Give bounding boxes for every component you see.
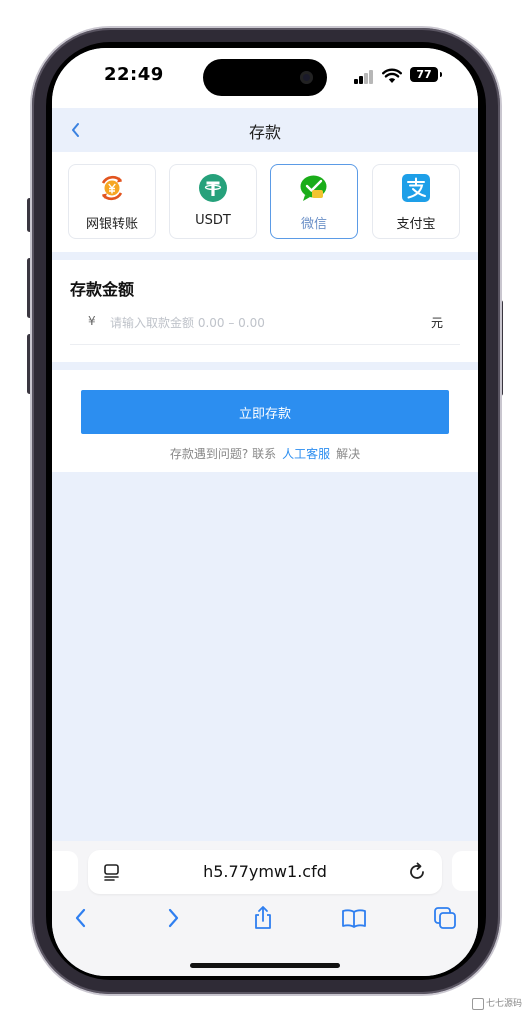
nav-bar: 存款: [52, 108, 478, 152]
battery-indicator: 77: [410, 67, 438, 82]
safari-toolbar: h5.77ymw1.cfd: [52, 841, 478, 976]
action-section: 立即存款 存款遇到问题? 联系 人工客服 解决: [52, 370, 478, 472]
page-title: 存款: [248, 123, 281, 142]
help-suffix: 解决: [336, 447, 361, 461]
share-icon[interactable]: [250, 905, 276, 931]
amount-section: 存款金额 ¥ 元: [52, 260, 478, 362]
watermark: 七七源码: [472, 996, 522, 1010]
amount-title: 存款金额: [70, 280, 135, 299]
customer-service-link[interactable]: 人工客服: [282, 447, 330, 461]
wechat-pay-icon: [300, 175, 327, 201]
watermark-text: 七七源码: [486, 999, 523, 1009]
tab-label: 网银转账: [85, 217, 138, 232]
watermark-logo-icon: [472, 997, 484, 1010]
tab-label: 微信: [300, 217, 327, 232]
currency-unit: 元: [431, 316, 444, 330]
tab-label: USDT: [195, 213, 231, 228]
currency-symbol: ¥: [88, 314, 96, 328]
browser-forward-icon[interactable]: [160, 905, 186, 931]
deposit-now-button[interactable]: 立即存款: [81, 390, 449, 434]
cellular-signal-icon: [354, 70, 376, 84]
tether-icon: [199, 174, 227, 202]
address-bar[interactable]: h5.77ymw1.cfd: [88, 850, 442, 894]
help-prefix: 存款遇到问题? 联系: [169, 447, 277, 461]
bookmarks-icon[interactable]: [341, 905, 367, 931]
status-time: 22:49: [104, 64, 164, 85]
front-camera-icon: [300, 71, 313, 84]
wifi-icon: [382, 68, 402, 83]
home-indicator: [190, 963, 340, 968]
help-text: 存款遇到问题? 联系 人工客服 解决: [52, 445, 478, 462]
browser-back-icon[interactable]: [68, 905, 94, 931]
reload-icon[interactable]: [406, 861, 428, 883]
alipay-icon: [402, 174, 430, 202]
status-bar: 22:49 77: [52, 48, 478, 108]
tab-bank-transfer[interactable]: 网银转账: [68, 164, 156, 239]
tab-label: 支付宝: [396, 217, 436, 232]
tab-alipay[interactable]: 支付宝: [372, 164, 460, 239]
phone-screen: 22:49 77 存款 网银转账 USDT 微信 支付宝 存款金额 ¥ 请输入取…: [52, 48, 478, 976]
tab-wechat[interactable]: 微信: [270, 164, 358, 239]
previous-tab-peek[interactable]: [52, 851, 78, 891]
amount-input[interactable]: [108, 312, 412, 334]
payment-method-tabs: 网银转账 USDT 微信 支付宝: [52, 152, 478, 252]
divider: [70, 344, 460, 345]
next-tab-peek[interactable]: [452, 851, 478, 891]
dynamic-island: [203, 59, 327, 96]
tab-usdt[interactable]: USDT: [169, 164, 257, 239]
tabs-icon[interactable]: [432, 905, 458, 931]
url-text: h5.77ymw1.cfd: [203, 862, 327, 881]
bank-transfer-icon: [101, 175, 123, 201]
battery-tip: [440, 72, 442, 77]
